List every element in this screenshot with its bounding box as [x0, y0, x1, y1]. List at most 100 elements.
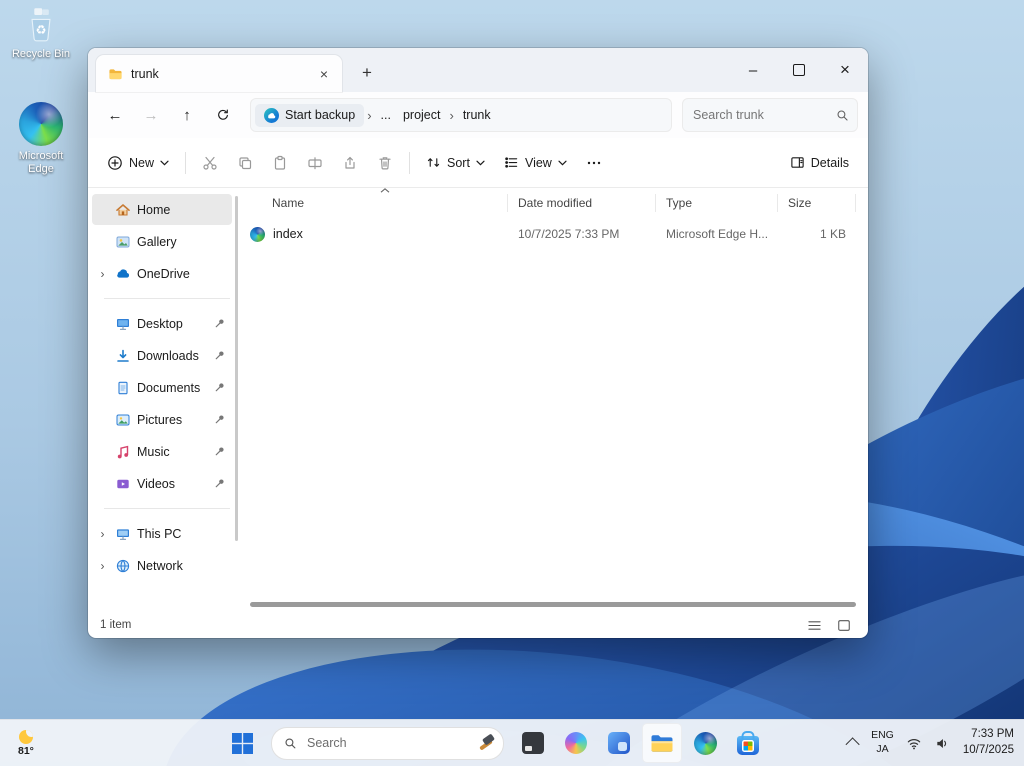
cut-button[interactable]	[193, 146, 227, 180]
pin-icon	[213, 317, 226, 330]
clock[interactable]: 7:33 PM 10/7/2025	[957, 725, 1020, 761]
sidebar-divider	[104, 508, 230, 509]
large-icons-view-toggle[interactable]	[832, 615, 856, 635]
view-button[interactable]: View	[495, 148, 576, 177]
paste-button[interactable]	[263, 146, 297, 180]
new-tab-button[interactable]: +	[352, 58, 382, 88]
navigation-pane: Home Gallery › OneDrive Desktop Download…	[88, 188, 238, 612]
file-row-index[interactable]: index 10/7/2025 7:33 PM Microsoft Edge H…	[238, 218, 868, 250]
sidebar-item-gallery[interactable]: Gallery	[92, 226, 232, 257]
sidebar-item-onedrive[interactable]: › OneDrive	[92, 258, 232, 289]
sidebar-item-label: Documents	[137, 380, 201, 395]
language-indicator[interactable]: ENG JA	[866, 725, 899, 761]
refresh-button[interactable]	[206, 98, 240, 132]
share-button[interactable]	[333, 146, 367, 180]
folder-icon	[108, 67, 123, 81]
tab-close-icon[interactable]: ×	[312, 62, 336, 86]
sidebar-item-music[interactable]: Music	[92, 436, 232, 467]
tray-time: 7:33 PM	[971, 728, 1014, 741]
music-icon	[115, 444, 131, 460]
details-button[interactable]: Details	[781, 148, 858, 177]
gallery-icon	[115, 234, 131, 250]
network-button[interactable]	[901, 725, 927, 761]
sidebar-item-pictures[interactable]: Pictures	[92, 404, 232, 435]
network-icon	[115, 558, 131, 574]
file-explorer-button[interactable]	[642, 723, 682, 763]
widgets-button[interactable]	[599, 723, 639, 763]
copilot-button[interactable]	[556, 723, 596, 763]
minimize-button[interactable]: –	[730, 48, 776, 92]
close-button[interactable]: ×	[822, 48, 868, 92]
tab-title: trunk	[131, 66, 159, 81]
edge-icon	[19, 102, 63, 146]
sidebar-item-videos[interactable]: Videos	[92, 468, 232, 499]
search-input[interactable]	[691, 107, 830, 123]
sidebar-item-label: Pictures	[137, 412, 183, 427]
chevron-right-icon[interactable]: ›	[96, 267, 109, 281]
tab-trunk[interactable]: trunk ×	[96, 55, 342, 92]
column-header-type[interactable]: Type	[656, 194, 778, 212]
chevron-right-icon[interactable]: ›	[96, 559, 109, 573]
taskbar-search-input[interactable]	[305, 735, 468, 751]
sidebar-item-this-pc[interactable]: › This PC	[92, 518, 232, 549]
weather-temp: 81°	[18, 744, 34, 757]
file-name: index	[273, 227, 303, 241]
sidebar-item-network[interactable]: › Network	[92, 550, 232, 581]
taskbar-search[interactable]	[271, 726, 504, 760]
sidebar-item-documents[interactable]: Documents	[92, 372, 232, 403]
pinned-app-button[interactable]	[513, 723, 553, 763]
breadcrumb-collapsed[interactable]: ...	[375, 104, 397, 126]
chevron-right-icon[interactable]: ›	[96, 527, 109, 541]
sidebar-item-home[interactable]: Home	[92, 194, 232, 225]
column-header-name[interactable]: Name	[238, 194, 508, 212]
desktop-icon-edge[interactable]: Microsoft Edge	[2, 102, 80, 176]
copilot-icon	[565, 732, 587, 754]
copy-button[interactable]	[228, 146, 262, 180]
more-options-button[interactable]	[577, 146, 611, 180]
store-button[interactable]	[728, 723, 768, 763]
search-box[interactable]	[682, 98, 858, 132]
sidebar-item-label: Desktop	[137, 316, 183, 331]
column-header-size[interactable]: Size	[778, 194, 856, 212]
column-header-date-modified[interactable]: Date modified	[508, 194, 656, 212]
edge-button[interactable]	[685, 723, 725, 763]
start-button[interactable]	[222, 723, 262, 763]
rename-button[interactable]	[298, 146, 332, 180]
pin-icon	[213, 445, 226, 458]
tab-bar: trunk × + – ×	[88, 48, 868, 92]
documents-icon	[115, 380, 131, 396]
new-button-label: New	[129, 155, 155, 170]
this-pc-icon	[115, 526, 131, 542]
desktop-icon-recycle-bin[interactable]: ♻ Recycle Bin	[2, 6, 80, 61]
file-explorer-window: trunk × + – × ← → ↑ Start backup › ... p…	[88, 48, 868, 638]
weather-widget[interactable]: 81°	[10, 720, 42, 766]
horizontal-scrollbar[interactable]	[250, 602, 856, 607]
hidden-icons-button[interactable]	[844, 725, 864, 761]
file-size-cell: 1 KB	[819, 227, 846, 241]
back-button[interactable]: ←	[98, 98, 132, 132]
sidebar-item-label: Downloads	[137, 348, 199, 363]
sidebar-item-desktop[interactable]: Desktop	[92, 308, 232, 339]
explorer-main: Home Gallery › OneDrive Desktop Download…	[88, 188, 868, 612]
details-view-toggle[interactable]	[802, 615, 826, 635]
plus-circle-icon	[108, 155, 122, 170]
downloads-icon	[115, 348, 131, 364]
sort-button[interactable]: Sort	[417, 148, 494, 177]
new-button[interactable]: New	[98, 148, 178, 178]
delete-button[interactable]	[368, 146, 402, 180]
breadcrumb-trunk[interactable]: trunk	[457, 104, 497, 126]
volume-button[interactable]	[929, 725, 955, 761]
breadcrumb-start-backup[interactable]: Start backup	[255, 103, 365, 127]
desktop-icon-label: Recycle Bin	[11, 48, 71, 60]
forward-button[interactable]: →	[134, 98, 168, 132]
maximize-icon	[793, 64, 805, 76]
address-bar[interactable]: Start backup › ... project › trunk	[250, 98, 672, 132]
breadcrumb-project[interactable]: project	[397, 104, 447, 126]
ellipsis-icon	[587, 161, 601, 164]
backup-cloud-icon	[264, 107, 279, 123]
sidebar-item-downloads[interactable]: Downloads	[92, 340, 232, 371]
pin-icon	[213, 381, 226, 394]
weather-icon	[18, 729, 33, 744]
up-button[interactable]: ↑	[170, 98, 204, 132]
maximize-button[interactable]	[776, 48, 822, 92]
